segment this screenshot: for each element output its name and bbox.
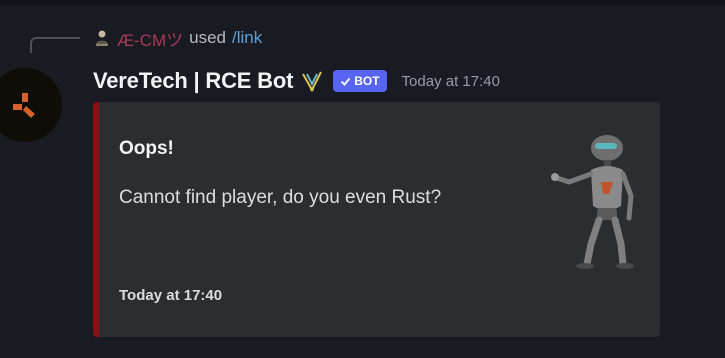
robot-thumbnail-icon[interactable] — [529, 126, 649, 271]
bot-username[interactable]: VereTech | RCE Bot — [93, 68, 293, 94]
message-timestamp[interactable]: Today at 17:40 — [402, 73, 500, 90]
user-avatar-icon[interactable] — [93, 29, 111, 47]
message-embed: Oops! Cannot find player, do you even Ru… — [93, 102, 660, 337]
reply-connector-line — [30, 37, 80, 53]
embed-footer-timestamp: Today at 17:40 — [119, 287, 223, 304]
bot-tag-label: BOT — [354, 74, 380, 88]
embed-title: Oops! — [119, 138, 174, 159]
command-reply[interactable]: Æ-CMツ used /link — [93, 26, 262, 50]
checkmark-icon — [341, 77, 351, 86]
reply-command-link[interactable]: /link — [232, 28, 262, 48]
reply-used-text: used — [189, 28, 226, 47]
reply-user-name[interactable]: Æ-CMツ — [117, 26, 183, 51]
bot-tag: BOT — [333, 70, 387, 92]
top-edge — [0, 0, 725, 6]
bot-avatar[interactable] — [0, 68, 62, 142]
rust-logo-icon — [13, 93, 35, 118]
message-header: VereTech | RCE Bot BOT Today at 17:40 — [93, 64, 500, 98]
embed-description: Cannot find player, do you even Rust? — [119, 187, 442, 208]
verified-trident-icon — [302, 71, 323, 93]
